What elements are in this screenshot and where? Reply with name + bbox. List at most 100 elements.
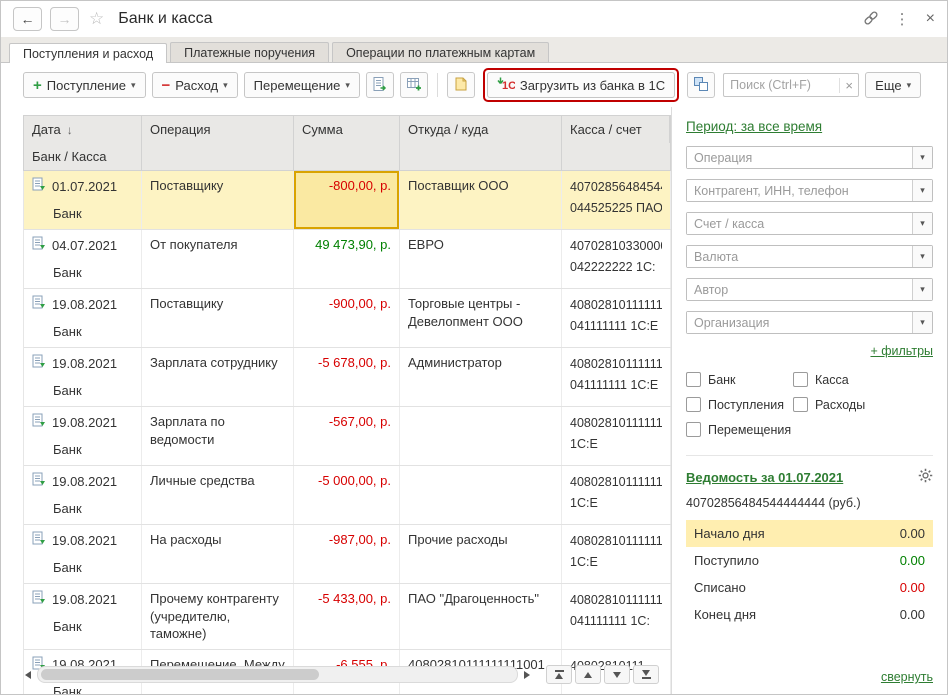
statement-value: 0.00 [900,553,925,568]
row-operation: Поставщику [142,171,294,229]
row-account: 40802810111111111111 [570,472,662,493]
dropdown-button[interactable]: ▾ [912,246,932,267]
row-down-button[interactable] [604,665,630,684]
clipboard-button[interactable] [447,72,475,98]
statement-doc-button[interactable] [366,72,394,98]
row-amount: -5 433,00, р. [294,584,400,649]
expense-button-label: Расход [175,78,218,93]
favorite-star-icon[interactable]: ☆ [89,9,104,29]
scroll-left-icon[interactable] [25,671,31,679]
go-to-bottom-button[interactable] [633,665,659,684]
row-amount: -5 000,00, р. [294,466,400,524]
table-row[interactable]: 19.08.2021 Банк Личные средства -5 000,0… [24,466,671,525]
column-header-date[interactable]: Дата ↓ [24,116,142,143]
column-header-amount[interactable]: Сумма [294,116,400,143]
table-row[interactable]: 19.08.2021 Банк Зарплата по ведомости -5… [24,407,671,466]
scroll-right-icon[interactable] [524,671,530,679]
tab-receipts-expense[interactable]: Поступления и расход [9,43,167,63]
filter-counterparty-input[interactable] [687,180,912,201]
tab-payment-orders[interactable]: Платежные поручения [170,42,329,62]
chevron-down-icon: ▾ [920,251,925,262]
dropdown-button[interactable]: ▾ [912,147,932,168]
document-icon [32,590,46,609]
register-add-button[interactable] [400,72,428,98]
checkbox-icon [793,372,808,387]
table-row[interactable]: 19.08.2021 Банк Зарплата сотруднику -5 6… [24,348,671,407]
forward-icon: → [58,11,72,27]
horizontal-scrollbar[interactable] [37,666,518,683]
transfer-button-label: Перемещение [254,78,341,93]
statement-title-link[interactable]: Ведомость за 01.07.2021 [686,470,843,485]
filter-operation: ▾ [686,146,933,169]
table-body: 01.07.2021 Банк Поставщику -800,00, р. П… [23,171,671,694]
dropdown-button[interactable]: ▾ [912,180,932,201]
back-button[interactable]: ← [13,7,42,31]
transfer-button[interactable]: Перемещение ▾ [244,72,360,98]
collapse-link[interactable]: свернуть [881,670,933,684]
column-header-operation[interactable]: Операция [142,116,294,143]
close-icon[interactable]: × [926,10,935,28]
chevron-down-icon: ▾ [345,80,350,91]
table-plus-icon [406,76,422,95]
filter-currency-input[interactable] [687,246,912,267]
svg-text:1С: 1С [502,80,515,92]
chevron-down-icon: ▾ [920,284,925,295]
table-row[interactable]: 19.08.2021 Банк На расходы -987,00, р. П… [24,525,671,584]
row-amount-current-cell[interactable]: -800,00, р. [294,171,400,229]
filter-author-input[interactable] [687,279,912,300]
row-operation: Прочему контрагенту (учредителю, таможне… [142,584,294,649]
go-to-top-button[interactable] [546,665,572,684]
row-amount: -567,00, р. [294,407,400,465]
row-date: 19.08.2021 [52,532,117,550]
row-up-button[interactable] [575,665,601,684]
more-button[interactable]: Еще ▾ [865,72,921,98]
panels-button[interactable] [687,72,715,98]
table-row[interactable]: 19.08.2021 Банк Прочему контрагенту (учр… [24,584,671,650]
app-window: ← → ☆ Банк и касса ⋮ × Поступления и рас… [0,0,948,695]
settings-gear-icon[interactable] [918,468,933,486]
chevron-down-icon: ▾ [920,152,925,163]
checkbox-expenses[interactable]: Расходы [793,397,933,412]
tab-card-operations[interactable]: Операции по платежным картам [332,42,549,62]
expense-button[interactable]: − Расход ▾ [152,72,238,98]
table-row[interactable]: 01.07.2021 Банк Поставщику -800,00, р. П… [24,171,671,230]
table-row[interactable]: 04.07.2021 Банк От покупателя 49 473,90,… [24,230,671,289]
dropdown-button[interactable]: ▾ [912,213,932,234]
column-header-account[interactable]: Касса / счет [562,116,670,143]
checkbox-bank[interactable]: Банк [686,372,793,387]
link-icon[interactable] [863,10,879,29]
dropdown-button[interactable]: ▾ [912,312,932,333]
menu-kebab-icon[interactable]: ⋮ [895,10,910,28]
row-place: Банк [32,373,133,400]
statement-value: 0.00 [900,607,925,622]
filter-operation-input[interactable] [687,147,912,168]
chevron-down-icon: ▾ [907,80,912,91]
checkbox-icon [686,397,701,412]
forward-button[interactable]: → [50,7,79,31]
search-box: × [723,73,859,97]
filter-organization-input[interactable] [687,312,912,333]
dropdown-button[interactable]: ▾ [912,279,932,300]
statement-value: 0.00 [900,526,925,541]
checkbox-cash[interactable]: Касса [793,372,933,387]
more-filters-link[interactable]: + фильтры [870,344,933,358]
table-row[interactable]: 19.08.2021 Банк Поставщику -900,00, р. Т… [24,289,671,348]
period-link[interactable]: Период: за все время [686,119,822,134]
row-operation: От покупателя [142,230,294,288]
row-account: 40802810111111111111 [570,413,662,434]
load-from-bank-button[interactable]: 1С Загрузить из банка в 1С [487,72,675,98]
row-account: 40702810330000000000 [570,236,662,257]
checkbox-transfers[interactable]: Перемещения [686,422,793,437]
search-input[interactable] [724,78,839,92]
row-bank-id: 1С:Е [570,552,662,573]
column-header-from-to[interactable]: Откуда / куда [400,116,562,143]
checkbox-receipts[interactable]: Поступления [686,397,793,412]
filter-account-input[interactable] [687,213,912,234]
statement-row-start: Начало дня 0.00 [686,520,933,547]
search-clear-icon[interactable]: × [839,78,858,93]
statement-row-end: Конец дня 0.00 [686,601,933,628]
receipt-button[interactable]: + Поступление ▾ [23,72,146,98]
chevron-down-icon: ▾ [131,80,136,91]
scrollbar-thumb[interactable] [41,669,319,680]
row-account: 40802810111111111111 [570,590,662,611]
